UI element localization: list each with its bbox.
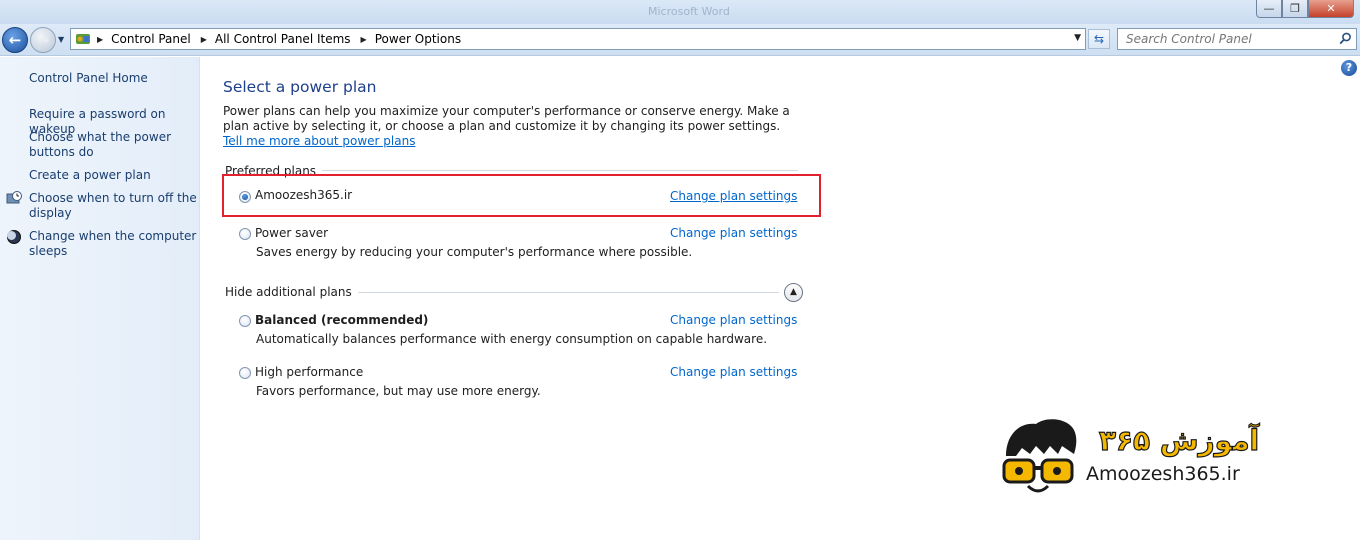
forward-button[interactable]: → <box>30 27 56 53</box>
breadcrumb-power-options[interactable]: Power Options <box>375 32 461 46</box>
breadcrumb-separator-icon[interactable]: ▶ <box>201 35 207 44</box>
plan-radio-balanced[interactable] <box>239 315 251 327</box>
plan-name-balanced[interactable]: Balanced (recommended) <box>255 313 428 327</box>
task-pane: Control Panel Home Require a password on… <box>0 57 200 540</box>
address-bar[interactable]: ▶ Control Panel ▶ All Control Panel Item… <box>70 28 1086 50</box>
breadcrumb: ▶ Control Panel ▶ All Control Panel Item… <box>97 32 471 46</box>
recent-pages-dropdown[interactable]: ▼ <box>58 35 64 44</box>
search-placeholder: Search Control Panel <box>1126 32 1252 46</box>
maximize-button[interactable]: ❐ <box>1282 0 1308 18</box>
close-button[interactable]: ✕ <box>1308 0 1354 18</box>
hide-additional-plans-label[interactable]: Hide additional plans <box>225 285 358 299</box>
sidebar-item-control-panel-home[interactable]: Control Panel Home <box>29 71 197 86</box>
plan-desc-high-performance: Favors performance, but may use more ene… <box>256 384 541 398</box>
minimize-button[interactable]: — <box>1256 0 1282 18</box>
plan-radio-amoozesh[interactable] <box>239 191 251 203</box>
intro-paragraph: Power plans can help you maximize your c… <box>223 104 803 149</box>
back-button[interactable]: ← <box>2 27 28 53</box>
window-title: Microsoft Word <box>648 5 730 18</box>
change-plan-settings-balanced[interactable]: Change plan settings <box>670 313 797 327</box>
amoozesh-logo-face-icon <box>1002 419 1077 493</box>
control-panel-icon <box>76 34 90 44</box>
change-plan-settings-high-performance[interactable]: Change plan settings <box>670 365 797 379</box>
amoozesh-persian-logo: آموزش ۳۶۵ <box>1098 422 1261 457</box>
tell-me-more-link[interactable]: Tell me more about power plans <box>223 134 415 148</box>
help-icon[interactable]: ? <box>1341 60 1357 76</box>
persian-logo-text: آموزش ۳۶۵ <box>1099 423 1261 457</box>
sidebar-item-create-plan[interactable]: Create a power plan <box>29 168 197 183</box>
collapse-chevron-up-icon[interactable]: ▲ <box>784 283 803 302</box>
navigation-bar: ← → ▼ ▶ Control Panel ▶ All Control Pane… <box>0 24 1360 56</box>
breadcrumb-separator-icon[interactable]: ▶ <box>361 35 367 44</box>
change-plan-settings-amoozesh[interactable]: Change plan settings <box>670 189 797 203</box>
search-input[interactable]: Search Control Panel <box>1117 28 1357 50</box>
change-plan-settings-power-saver[interactable]: Change plan settings <box>670 226 797 240</box>
plan-desc-balanced: Automatically balances performance with … <box>256 332 768 346</box>
page-title: Select a power plan <box>223 78 377 96</box>
plan-name-power-saver[interactable]: Power saver <box>255 226 328 240</box>
breadcrumb-separator-icon[interactable]: ▶ <box>97 35 103 44</box>
plan-radio-high-performance[interactable] <box>239 367 251 379</box>
breadcrumb-control-panel[interactable]: Control Panel <box>111 32 191 46</box>
address-history-dropdown-icon[interactable]: ▼ <box>1074 33 1081 43</box>
breadcrumb-all-items[interactable]: All Control Panel Items <box>215 32 351 46</box>
watermark-site-text: Amoozesh365.ir <box>1086 463 1240 485</box>
plan-name-high-performance[interactable]: High performance <box>255 365 363 379</box>
refresh-button[interactable]: ⇆ <box>1088 29 1110 49</box>
sidebar-item-turn-off-display[interactable]: Choose when to turn off the display <box>29 191 197 221</box>
plan-name-amoozesh[interactable]: Amoozesh365.ir <box>255 188 352 202</box>
sidebar-item-computer-sleeps[interactable]: Change when the computer sleeps <box>29 229 197 259</box>
display-clock-icon <box>6 191 22 204</box>
intro-text: Power plans can help you maximize your c… <box>223 104 790 133</box>
window-title-bar: Microsoft Word — ❐ ✕ <box>0 0 1360 24</box>
search-icon[interactable] <box>1339 32 1352 45</box>
sidebar-item-power-buttons[interactable]: Choose what the power buttons do <box>29 130 197 160</box>
plan-radio-power-saver[interactable] <box>239 228 251 240</box>
moon-icon <box>7 230 21 244</box>
plan-desc-power-saver: Saves energy by reducing your computer's… <box>256 245 693 259</box>
